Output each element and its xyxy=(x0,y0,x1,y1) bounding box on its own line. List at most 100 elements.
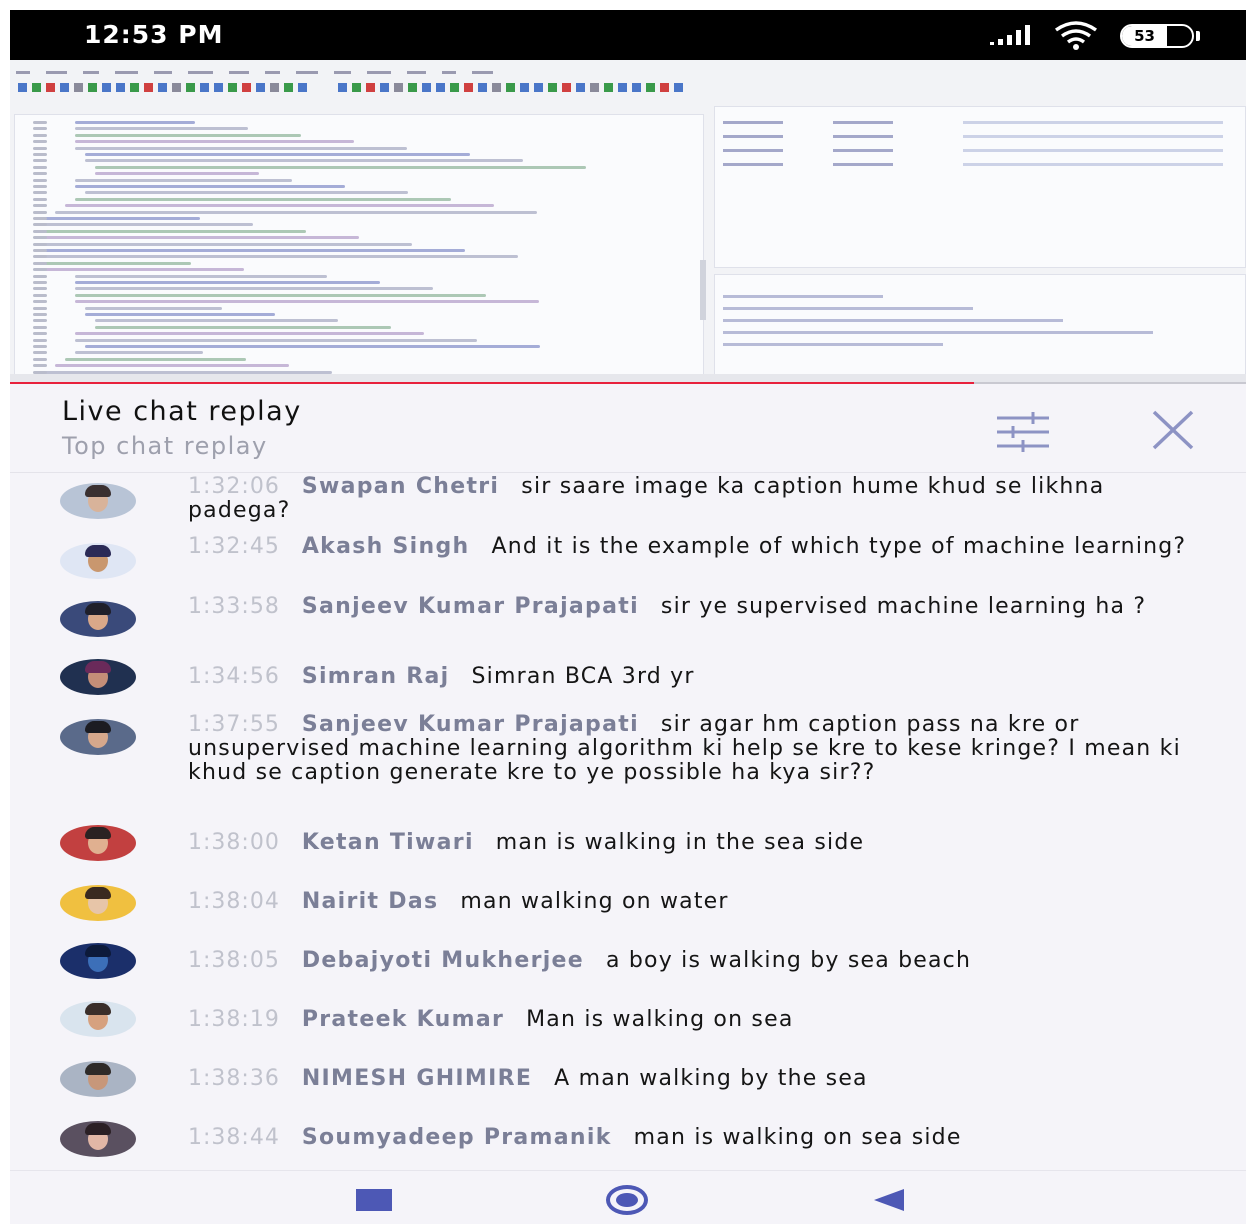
avatar[interactable] xyxy=(60,1061,136,1097)
ide-code-line xyxy=(75,300,539,304)
ide-line-number xyxy=(33,357,47,361)
message-text: sir ye supervised machine learning ha ? xyxy=(660,594,1147,619)
message-author[interactable]: Sanjeev Kumar Prajapati xyxy=(302,712,639,737)
chat-message[interactable]: 1:38:05 Debajyoti Mukherjee a boy is walki… xyxy=(10,943,1246,1003)
ide-line-number xyxy=(33,351,47,355)
message-text: Man is walking on sea xyxy=(526,1007,794,1032)
message-author[interactable]: NIMESH GHIMIRE xyxy=(302,1066,532,1091)
ide-toolbar-icon xyxy=(674,83,683,92)
chat-message[interactable]: 1:38:36 NIMESH GHIMIRE A man walking by th… xyxy=(10,1061,1246,1121)
ide-code-line xyxy=(95,319,338,323)
avatar[interactable] xyxy=(60,719,136,755)
ide-toolbar-icon xyxy=(228,83,237,92)
ide-toolbar-icon xyxy=(618,83,627,92)
ide-menu-item xyxy=(472,71,493,74)
avatar[interactable] xyxy=(60,601,136,637)
ide-code-line xyxy=(45,261,191,265)
battery-icon: 53 xyxy=(1120,24,1194,48)
chat-message[interactable]: 1:38:04 Nairit Das man walking on water xyxy=(10,885,1246,944)
chat-message[interactable]: 1:37:55 Sanjeev Kumar Prajapati sir agar h… xyxy=(10,711,1246,785)
ide-toolbar-icon xyxy=(562,83,571,92)
message-text: a boy is walking by sea beach xyxy=(606,948,972,973)
ide-line-number xyxy=(33,364,47,368)
ide-line-number xyxy=(33,185,47,188)
message-author[interactable]: Akash Singh xyxy=(302,534,470,559)
ide-line-number xyxy=(33,236,47,240)
ide-line-number xyxy=(33,261,47,265)
ide-toolbar-icon xyxy=(380,83,389,92)
navigation-bar xyxy=(10,1170,1246,1224)
ide-toolbar-icon xyxy=(632,83,641,92)
chat-message-list[interactable]: 1:32:06 Swapan Chetri sir saare image ka c… xyxy=(10,473,1246,1170)
home-icon[interactable] xyxy=(606,1185,648,1215)
message-body: 1:38:44 Soumyadeep Pramanik man is walking… xyxy=(188,1126,1208,1150)
avatar[interactable] xyxy=(60,543,136,579)
ide-code-line xyxy=(95,172,259,176)
message-body: 1:34:56 Simran Raj Simran BCA 3rd yr xyxy=(188,665,1208,689)
ide-toolbar-icon xyxy=(338,83,347,92)
avatar-hair xyxy=(85,945,111,957)
avatar[interactable] xyxy=(60,885,136,921)
message-author[interactable]: Debajyoti Mukherjee xyxy=(302,948,584,973)
message-timestamp: 1:38:36 xyxy=(188,1066,280,1091)
filter-sliders-icon[interactable] xyxy=(993,412,1053,452)
ide-menu-item xyxy=(188,71,213,74)
ide-code-line xyxy=(55,210,537,214)
message-body: 1:32:45 Akash Singh And it is the example … xyxy=(188,535,1208,559)
chat-message[interactable]: 1:32:45 Akash Singh And it is the example … xyxy=(10,533,1246,589)
message-author[interactable]: Sanjeev Kumar Prajapati xyxy=(302,594,639,619)
message-author[interactable]: Ketan Tiwari xyxy=(302,830,474,855)
message-body: 1:38:19 Prateek Kumar Man is walking on se… xyxy=(188,1008,1208,1032)
message-author[interactable]: Prateek Kumar xyxy=(302,1007,504,1032)
ide-line-number xyxy=(33,197,47,201)
avatar[interactable] xyxy=(60,1001,136,1037)
ide-toolbar-icon xyxy=(422,83,431,92)
ide-variable-row xyxy=(723,121,1223,124)
avatar[interactable] xyxy=(60,659,136,695)
avatar[interactable] xyxy=(60,1121,136,1157)
avatar[interactable] xyxy=(60,483,136,519)
ide-console-line xyxy=(723,343,943,346)
message-author[interactable]: Swapan Chetri xyxy=(302,474,499,499)
avatar-hair xyxy=(85,1063,111,1075)
ide-code-line xyxy=(75,351,203,355)
chat-mode-selector[interactable]: Top chat replay xyxy=(62,432,268,460)
ide-code-line xyxy=(65,204,494,208)
ide-line-number xyxy=(33,313,47,316)
message-author[interactable]: Simran Raj xyxy=(302,664,450,689)
battery-cap xyxy=(1196,31,1200,41)
avatar[interactable] xyxy=(60,825,136,861)
message-author[interactable]: Soumyadeep Pramanik xyxy=(302,1125,612,1150)
message-text: Simran BCA 3rd yr xyxy=(471,664,695,689)
ide-menu-item xyxy=(367,71,391,74)
ide-menu-item xyxy=(115,71,138,74)
message-author[interactable]: Nairit Das xyxy=(302,889,439,914)
ide-code-line xyxy=(75,281,380,284)
ide-toolbar-icon xyxy=(102,83,111,92)
ide-toolbar-icon xyxy=(464,83,473,92)
ide-toolbar-icon xyxy=(242,83,251,92)
wifi-icon xyxy=(1054,21,1098,50)
chat-message[interactable]: 1:38:00 Ketan Tiwari man is walking in the… xyxy=(10,825,1246,885)
message-body: 1:32:06 Swapan Chetri sir saare image ka c… xyxy=(188,475,1208,523)
battery-level: 53 xyxy=(1122,26,1167,46)
chat-message[interactable]: 1:33:58 Sanjeev Kumar Prajapati sir ye sup… xyxy=(10,593,1246,649)
chat-message[interactable]: 1:32:06 Swapan Chetri sir saare image ka c… xyxy=(10,473,1246,529)
chat-message[interactable]: 1:38:44 Soumyadeep Pramanik man is walking… xyxy=(10,1121,1246,1170)
message-timestamp: 1:38:44 xyxy=(188,1125,280,1150)
ide-menu-item xyxy=(442,71,456,74)
ide-line-number xyxy=(33,287,47,291)
ide-code-line xyxy=(45,268,244,272)
ide-toolbar-icon xyxy=(32,83,41,92)
message-timestamp: 1:32:45 xyxy=(188,534,280,559)
video-progress-bar[interactable] xyxy=(10,382,1246,384)
ide-code-line xyxy=(45,217,200,220)
avatar[interactable] xyxy=(60,943,136,979)
close-icon[interactable] xyxy=(1150,410,1196,450)
message-body: 1:38:05 Debajyoti Mukherjee a boy is walki… xyxy=(188,949,1208,973)
recents-icon[interactable] xyxy=(356,1189,392,1211)
chat-message[interactable]: 1:38:19 Prateek Kumar Man is walking on se… xyxy=(10,1001,1246,1062)
back-icon[interactable] xyxy=(872,1187,906,1213)
ide-toolbar-icon xyxy=(646,83,655,92)
video-player[interactable] xyxy=(10,60,1246,384)
